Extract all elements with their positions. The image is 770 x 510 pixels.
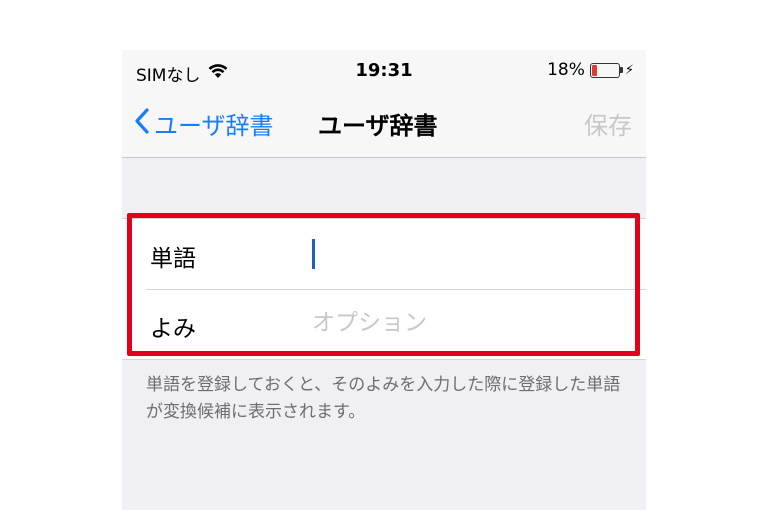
- battery-indicator: 18% ⚡: [547, 60, 634, 80]
- battery-tip: [619, 67, 623, 73]
- help-text: 単語を登録しておくと、そのよみを入力した際に登録した単語が変換候補に表示されます…: [146, 375, 621, 422]
- battery-percent: 18%: [547, 60, 585, 80]
- charging-icon: ⚡: [624, 62, 634, 78]
- back-button[interactable]: ユーザ辞書: [134, 106, 274, 141]
- chevron-left-icon: [134, 107, 150, 140]
- back-label: ユーザ辞書: [154, 112, 274, 140]
- highlight-box: [127, 213, 640, 356]
- save-button[interactable]: 保存: [584, 106, 632, 141]
- battery-icon: [589, 62, 620, 78]
- navigation-bar: ユーザ辞書 ユーザ辞書 保存: [122, 90, 646, 158]
- status-bar: SIMなし 19:31 18% ⚡: [122, 50, 646, 90]
- battery-fill: [591, 64, 597, 76]
- page-title: ユーザ辞書: [318, 112, 438, 140]
